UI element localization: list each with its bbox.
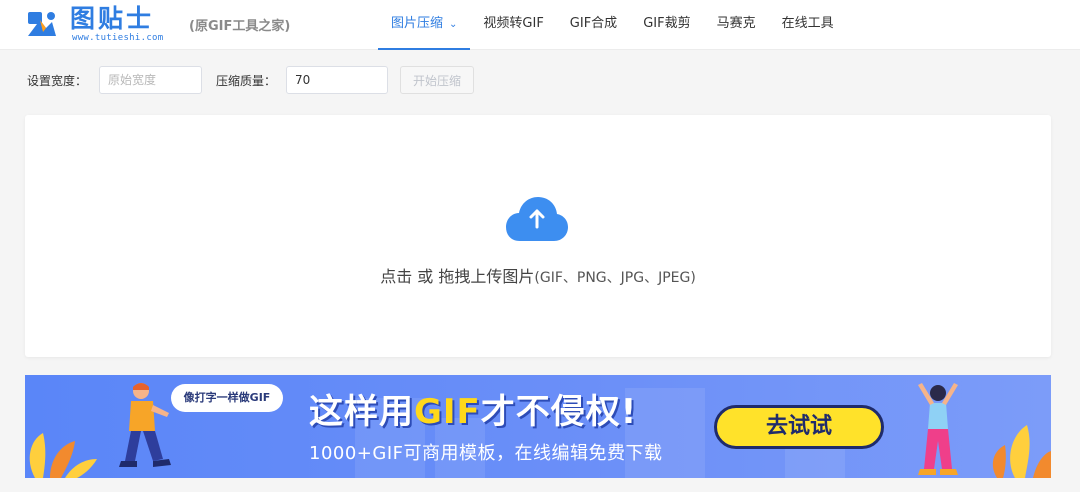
quality-label: 压缩质量：: [216, 73, 277, 88]
upload-dropzone[interactable]: 点击 或 拖拽上传图片(GIF、PNG、JPG、JPEG): [25, 115, 1051, 357]
main-nav: 图片压缩 ⌄ 视频转GIF GIF合成 GIF裁剪 马赛克 在线工具: [378, 0, 847, 50]
top-header: 图贴士 www.tutieshi.com (原GIF工具之家) 图片压缩 ⌄ 视频…: [0, 0, 1080, 50]
nav-item-mosaic[interactable]: 马赛克: [704, 0, 769, 50]
brand-slogan: (原GIF工具之家): [189, 19, 291, 34]
chevron-down-icon: ⌄: [449, 19, 458, 30]
banner-bubble: 像打字一样做GIF: [171, 384, 283, 412]
start-compress-button[interactable]: 开始压缩: [400, 66, 475, 94]
nav-item-video-to-gif[interactable]: 视频转GIF: [470, 0, 556, 50]
nav-item-online-tools[interactable]: 在线工具: [769, 0, 847, 50]
banner-subline: 1000+GIF可商用模板，在线编辑免费下载: [309, 443, 663, 464]
headline-post: 才不侵权!: [480, 392, 638, 432]
nav-item-image-compress[interactable]: 图片压缩 ⌄: [378, 0, 471, 50]
width-input[interactable]: [99, 66, 203, 94]
compress-toolbar: 设置宽度： 压缩质量： 开始压缩: [27, 66, 475, 94]
brand-name: 图贴士: [70, 4, 155, 33]
nav-item-label: 图片压缩: [391, 16, 444, 31]
cloud-upload-icon: [506, 197, 568, 241]
logo[interactable]: 图贴士 www.tutieshi.com: [26, 4, 186, 46]
nav-item-gif-compose[interactable]: GIF合成: [557, 0, 630, 50]
promo-banner[interactable]: 像打字一样做GIF 这样用GIF才不侵权! 1000+GIF可商用模板，在线编辑…: [25, 375, 1051, 478]
quality-input[interactable]: [286, 66, 389, 94]
headline-gif: GIF: [414, 392, 481, 432]
brand-url: www.tutieshi.com: [72, 33, 164, 43]
width-label: 设置宽度：: [27, 73, 88, 88]
plant-right-icon: [992, 425, 1051, 478]
headline-pre: 这样用: [309, 392, 414, 432]
plant-left-icon: [29, 433, 97, 478]
nav-item-gif-crop[interactable]: GIF裁剪: [630, 0, 703, 50]
upload-hint-text: 点击 或 拖拽上传图片: [380, 267, 535, 286]
upload-formats: (GIF、PNG、JPG、JPEG): [534, 270, 696, 286]
banner-headline: 这样用GIF才不侵权!: [309, 392, 637, 432]
dancer-figure-icon: [918, 383, 958, 475]
logo-icon: [28, 12, 56, 36]
try-now-button[interactable]: 去试试: [714, 405, 884, 449]
upload-hint: 点击 或 拖拽上传图片(GIF、PNG、JPG、JPEG): [25, 263, 1051, 287]
